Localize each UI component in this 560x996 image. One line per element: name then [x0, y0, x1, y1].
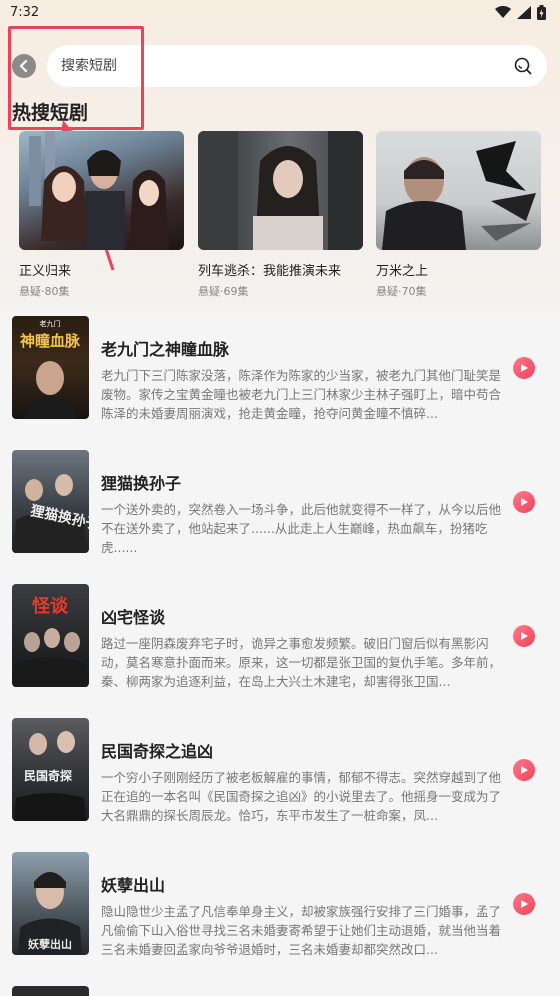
hot-drama-card[interactable]: 万米之上 悬疑·70集: [376, 131, 541, 299]
play-button[interactable]: [513, 759, 535, 781]
hot-drama-name: 万米之上: [376, 264, 429, 279]
status-bar: 7:32: [0, 0, 560, 24]
wifi-icon: [495, 6, 511, 18]
drama-cover[interactable]: 民国奇探: [12, 718, 89, 821]
drama-title[interactable]: 凶宅怪谈: [101, 604, 165, 628]
signal-icon: [517, 5, 531, 19]
hot-drama-cards: 正义归来 悬疑·80集 列车逃杀：我能推演未来 悬疑·69集 万米之上 悬疑·7…: [0, 131, 560, 301]
cover-title-text: 怪谈: [32, 595, 69, 617]
hot-drama-name: 列车逃杀：我能推演未来: [198, 264, 342, 279]
poster-art: [382, 141, 536, 250]
list-item[interactable]: 狸猫换孙子 狸猫换孙子 一个送外卖的，突然卷入一场斗争，此后他就变得不一样了，从…: [0, 434, 560, 568]
status-icons: [495, 4, 546, 20]
play-button[interactable]: [513, 491, 535, 513]
hot-drama-meta: 悬疑·80集: [19, 285, 70, 298]
drama-description: 老九门下三门陈家没落，陈泽作为陈家的少当家，被老九门其他门耻笑是废物。家传之宝黄…: [101, 368, 502, 421]
hot-drama-card[interactable]: 正义归来 悬疑·80集: [19, 131, 184, 299]
drama-cover[interactable]: 狸猫换孙子: [12, 450, 89, 553]
play-icon: [521, 766, 528, 774]
drama-title[interactable]: 民国奇探之追凶: [101, 738, 213, 762]
drama-description: 路过一座阴森废弃宅子时，诡异之事愈发频繁。破旧门窗后似有黑影闪动，莫名寒意扑面而…: [101, 636, 502, 689]
drama-title[interactable]: 狸猫换孙子: [101, 470, 181, 494]
drama-cover[interactable]: 神瞳血脉 老九门: [12, 316, 89, 419]
cover-title-text: 民国奇探: [24, 768, 72, 783]
drama-description: 一个穷小子刚刚经历了被老板解雇的事情，郁郁不得志。突然穿越到了他正在追的一本名叫…: [101, 770, 502, 823]
hot-drama-meta: 悬疑·69集: [198, 285, 249, 298]
poster-art: [198, 131, 363, 250]
cover-top-text: 老九门: [40, 319, 61, 328]
drama-cover[interactable]: 怪谈: [12, 584, 89, 687]
battery-icon: [537, 4, 546, 20]
annotation-highlight-box: [8, 26, 144, 130]
play-button[interactable]: [513, 893, 535, 915]
play-icon: [521, 632, 528, 640]
drama-cover[interactable]: [12, 986, 89, 996]
list-item[interactable]: 民国奇探 民国奇探之追凶 一个穷小子刚刚经历了被老板解雇的事情，郁郁不得志。突然…: [0, 702, 560, 836]
list-item[interactable]: [0, 970, 560, 996]
cover-art: 怪谈: [13, 595, 88, 687]
list-item[interactable]: 妖孽出山 妖孽出山 隐山隐世少主孟了凡信奉单身主义，却被家族强行安排了三门婚事，…: [0, 836, 560, 970]
search-icon[interactable]: [513, 56, 533, 76]
list-item[interactable]: 怪谈 凶宅怪谈 路过一座阴森废弃宅子时，诡异之事愈发频繁。破旧门窗后似有黑影闪动…: [0, 568, 560, 702]
list-item[interactable]: 神瞳血脉 老九门 老九门之神瞳血脉 老九门下三门陈家没落，陈泽作为陈家的少当家，…: [0, 300, 560, 434]
cover-title-text: 妖孽出山: [28, 937, 72, 951]
cover-art: 狸猫换孙子: [14, 474, 89, 553]
hot-drama-poster[interactable]: [376, 131, 541, 250]
cover-art: 妖孽出山: [18, 872, 82, 955]
play-icon: [521, 364, 528, 372]
status-time: 7:32: [10, 4, 40, 20]
play-button[interactable]: [513, 625, 535, 647]
hot-drama-name: 正义归来: [19, 264, 72, 279]
drama-description: 隐山隐世少主孟了凡信奉单身主义，却被家族强行安排了三门婚事，孟了凡偷偷下山入俗世…: [101, 904, 502, 957]
hot-drama-meta: 悬疑·70集: [376, 285, 427, 298]
hot-drama-poster[interactable]: [198, 131, 363, 250]
hot-drama-card[interactable]: 列车逃杀：我能推演未来 悬疑·69集: [198, 131, 363, 299]
cover-art: 神瞳血脉 老九门: [20, 319, 81, 419]
drama-cover[interactable]: 妖孽出山: [12, 852, 89, 955]
play-button[interactable]: [513, 357, 535, 379]
play-icon: [521, 498, 528, 506]
poster-art: [29, 131, 169, 250]
play-icon: [521, 900, 528, 908]
drama-description: 一个送外卖的，突然卷入一场斗争，此后他就变得不一样了，从今以后他不在送外卖了，他…: [101, 502, 502, 555]
cover-title-text: 神瞳血脉: [20, 332, 81, 350]
drama-title[interactable]: 老九门之神瞳血脉: [101, 336, 229, 360]
drama-title[interactable]: 妖孽出山: [101, 872, 165, 896]
cover-art: 民国奇探: [14, 731, 86, 821]
hot-drama-poster[interactable]: [19, 131, 184, 250]
